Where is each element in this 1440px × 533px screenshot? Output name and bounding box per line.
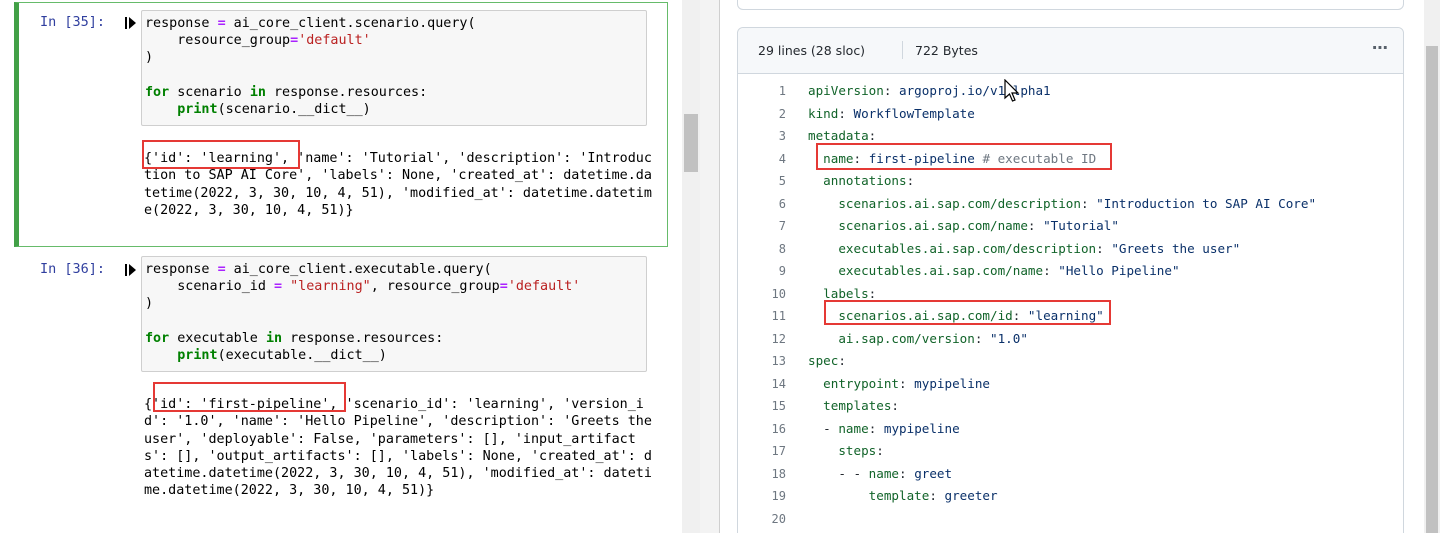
- code-line: ): [145, 296, 154, 312]
- code-line: ): [145, 50, 154, 66]
- line-text: templates:: [823, 398, 900, 413]
- line-number[interactable]: 2: [738, 103, 786, 126]
- line-text: scenarios.ai.sap.com/name: "Tutorial": [838, 218, 1119, 233]
- yaml-line: 20: [738, 508, 1403, 531]
- mouse-cursor-icon: [1004, 79, 1020, 102]
- yaml-line: 11 scenarios.ai.sap.com/id: "learning": [738, 305, 1403, 328]
- code-lines-36: response = ai_core_client.executable.que…: [142, 261, 646, 364]
- more-options-icon[interactable]: ⋯: [1372, 38, 1389, 57]
- lines-count: 29 lines (28 sloc): [758, 43, 866, 58]
- viewer-scroll-thumb[interactable]: [1426, 46, 1438, 533]
- line-text: annotations:: [823, 173, 915, 188]
- viewer-scrollbar[interactable]: [1424, 0, 1440, 533]
- line-number[interactable]: 14: [738, 373, 786, 396]
- run-cell-icon[interactable]: [125, 263, 137, 277]
- yaml-line: 6 scenarios.ai.sap.com/description: "Int…: [738, 193, 1403, 216]
- code-line: scenario_id = "learning", resource_group…: [145, 279, 581, 295]
- previous-box: [737, 0, 1404, 10]
- yaml-line: 16 - name: mypipeline: [738, 418, 1403, 441]
- line-text: name: first-pipeline # executable ID: [823, 150, 1097, 166]
- line-text: executables.ai.sap.com/description: "Gre…: [838, 240, 1241, 256]
- line-number[interactable]: 20: [738, 508, 786, 531]
- cell-output-36: {'id': 'first-pipeline', 'scenario_id': …: [144, 397, 652, 499]
- code-line: response = ai_core_client.executable.que…: [145, 262, 492, 277]
- line-number[interactable]: 1: [738, 80, 786, 103]
- cell-prompt-35: In [35]:: [40, 14, 106, 30]
- pane-divider: [700, 0, 720, 533]
- file-box: 29 lines (28 sloc) 722 Bytes ⋯ 1 apiVersi…: [737, 27, 1404, 533]
- line-number[interactable]: 19: [738, 485, 786, 508]
- yaml-line: 7 scenarios.ai.sap.com/name: "Tutorial": [738, 215, 1403, 238]
- line-number[interactable]: 5: [738, 170, 786, 193]
- code-line: for scenario in response.resources:: [145, 84, 428, 100]
- line-text: template: greeter: [868, 488, 998, 503]
- line-text: - - name: greet: [808, 465, 953, 481]
- file-size: 722 Bytes: [915, 43, 978, 58]
- notebook-scrollbar[interactable]: [682, 0, 700, 533]
- notebook-scroll-thumb[interactable]: [684, 114, 698, 172]
- yaml-line: 9 executables.ai.sap.com/name: "Hello Pi…: [738, 260, 1403, 283]
- yaml-line: 13 spec:: [738, 350, 1403, 373]
- line-number[interactable]: 3: [738, 125, 786, 148]
- line-text: metadata:: [808, 128, 877, 143]
- line-text: executables.ai.sap.com/name: "Hello Pipe…: [838, 263, 1180, 278]
- run-cell-icon[interactable]: [125, 16, 137, 30]
- line-number[interactable]: 10: [738, 283, 786, 306]
- line-text: steps:: [838, 443, 884, 458]
- cell-prompt-36: In [36]:: [40, 261, 106, 277]
- line-number[interactable]: 13: [738, 350, 786, 373]
- code-line: resource_group='default': [145, 33, 371, 49]
- line-number[interactable]: 7: [738, 215, 786, 238]
- line-text: - name: mypipeline: [808, 420, 960, 436]
- line-number[interactable]: 4: [738, 148, 786, 171]
- line-text: ai.sap.com/version: "1.0": [838, 330, 1028, 346]
- line-text: labels:: [823, 285, 877, 301]
- code-line: response = ai_core_client.scenario.query…: [145, 16, 476, 31]
- cell-output-35: {'id': 'learning', 'name': 'Tutorial', '…: [144, 151, 652, 218]
- line-number[interactable]: 15: [738, 395, 786, 418]
- file-header: 29 lines (28 sloc) 722 Bytes ⋯: [738, 28, 1403, 74]
- github-file-viewer: 29 lines (28 sloc) 722 Bytes ⋯ 1 apiVersi…: [721, 0, 1424, 533]
- yaml-line: 3 metadata:: [738, 125, 1403, 148]
- line-text: entrypoint: mypipeline: [823, 375, 990, 391]
- yaml-code-body: 1 apiVersion: argoproj.io/v1alpha1 2 kind: …: [738, 80, 1403, 530]
- line-text: kind: WorkflowTemplate: [808, 105, 975, 121]
- line-number[interactable]: 11: [738, 305, 786, 328]
- yaml-line: 4 name: first-pipeline # executable ID: [738, 148, 1403, 171]
- yaml-line: 1 apiVersion: argoproj.io/v1alpha1: [738, 80, 1403, 103]
- line-number[interactable]: 12: [738, 328, 786, 351]
- line-number[interactable]: 17: [738, 440, 786, 463]
- code-lines-35: response = ai_core_client.scenario.query…: [142, 15, 646, 118]
- line-number[interactable]: 18: [738, 463, 786, 486]
- line-text: scenarios.ai.sap.com/description: "Intro…: [838, 195, 1317, 211]
- line-number[interactable]: 8: [738, 238, 786, 261]
- yaml-line: 19 template: greeter: [738, 485, 1403, 508]
- line-number[interactable]: 6: [738, 193, 786, 216]
- code-input-36[interactable]: response = ai_core_client.executable.que…: [141, 256, 647, 372]
- yaml-line: 14 entrypoint: mypipeline: [738, 373, 1403, 396]
- yaml-line: 15 templates:: [738, 395, 1403, 418]
- line-number[interactable]: 9: [738, 260, 786, 283]
- header-separator: [902, 41, 903, 59]
- yaml-line: 2 kind: WorkflowTemplate: [738, 103, 1403, 126]
- yaml-line: 18 - - name: greet: [738, 463, 1403, 486]
- code-line: print(scenario.__dict__): [177, 101, 371, 117]
- line-text: scenarios.ai.sap.com/id: "learning": [838, 308, 1104, 323]
- code-input-35[interactable]: response = ai_core_client.scenario.query…: [141, 10, 647, 126]
- code-line: print(executable.__dict__): [177, 347, 387, 363]
- line-text: spec:: [808, 353, 846, 368]
- yaml-line: 10 labels:: [738, 283, 1403, 306]
- yaml-line: 8 executables.ai.sap.com/description: "G…: [738, 238, 1403, 261]
- jupyter-notebook: In [35]: response = ai_core_client.scena…: [0, 0, 682, 533]
- yaml-line: 17 steps:: [738, 440, 1403, 463]
- yaml-line: 5 annotations:: [738, 170, 1403, 193]
- line-number[interactable]: 16: [738, 418, 786, 441]
- code-line: for executable in response.resources:: [145, 330, 444, 346]
- yaml-line: 12 ai.sap.com/version: "1.0": [738, 328, 1403, 351]
